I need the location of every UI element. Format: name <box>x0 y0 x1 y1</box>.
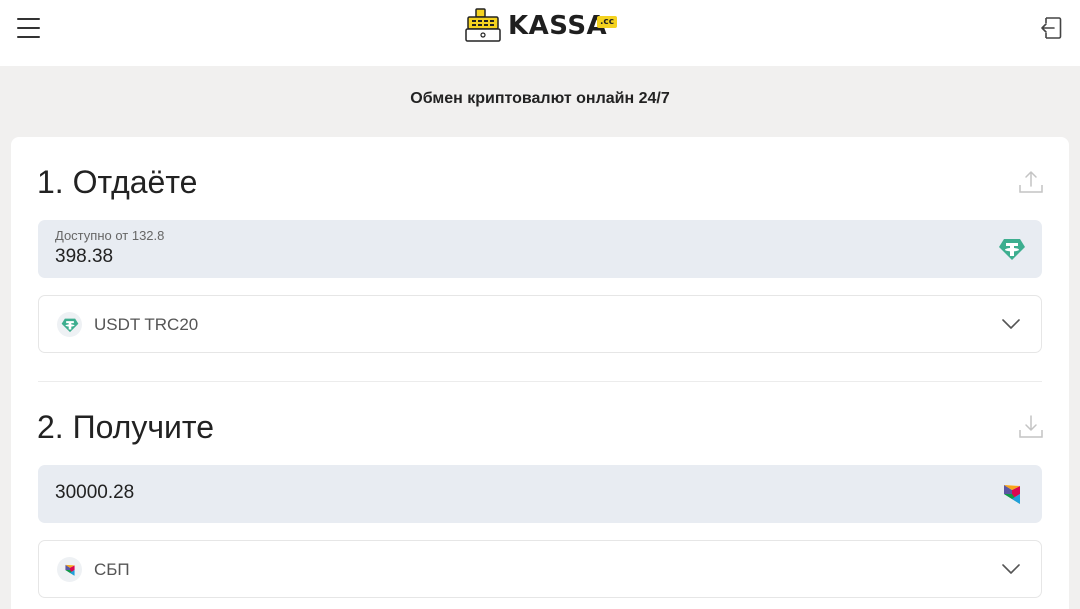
receive-amount-input[interactable] <box>55 482 655 504</box>
upload-icon <box>1019 171 1043 193</box>
download-icon <box>1019 415 1043 438</box>
top-bar: KASSA .cc <box>0 0 1080 66</box>
logout-icon[interactable] <box>1038 15 1064 41</box>
receive-currency-select[interactable]: СБП <box>38 540 1042 598</box>
give-amount-field[interactable]: Доступно от 132.8 <box>38 220 1042 278</box>
exchange-card: 1. Отдаёте Доступно от 132.8 USDT TRC20 … <box>11 137 1069 609</box>
receive-section-title: 2. Получите <box>37 409 214 445</box>
give-currency-label: USDT TRC20 <box>94 315 199 334</box>
tether-icon <box>57 312 82 337</box>
brand-badge: .cc <box>597 16 618 28</box>
receive-currency-label: СБП <box>94 560 130 579</box>
tether-icon <box>999 239 1025 260</box>
chevron-down-icon <box>1002 564 1020 574</box>
sbp-icon <box>57 557 82 582</box>
receive-amount-field[interactable] <box>38 465 1042 523</box>
give-currency-select[interactable]: USDT TRC20 <box>38 295 1042 353</box>
give-section-title: 1. Отдаёте <box>37 164 198 200</box>
hamburger-menu-icon[interactable] <box>17 18 40 38</box>
brand-name: KASSA <box>508 11 608 41</box>
section-divider <box>38 381 1042 382</box>
chevron-down-icon <box>1002 319 1020 329</box>
available-hint: Доступно от 132.8 <box>55 228 165 243</box>
brand-logo[interactable]: KASSA .cc <box>464 8 618 44</box>
cash-register-icon <box>465 8 501 42</box>
sbp-icon <box>1004 485 1020 504</box>
give-amount-input[interactable] <box>55 246 655 268</box>
page-tagline: Обмен криптовалют онлайн 24/7 <box>410 90 670 107</box>
